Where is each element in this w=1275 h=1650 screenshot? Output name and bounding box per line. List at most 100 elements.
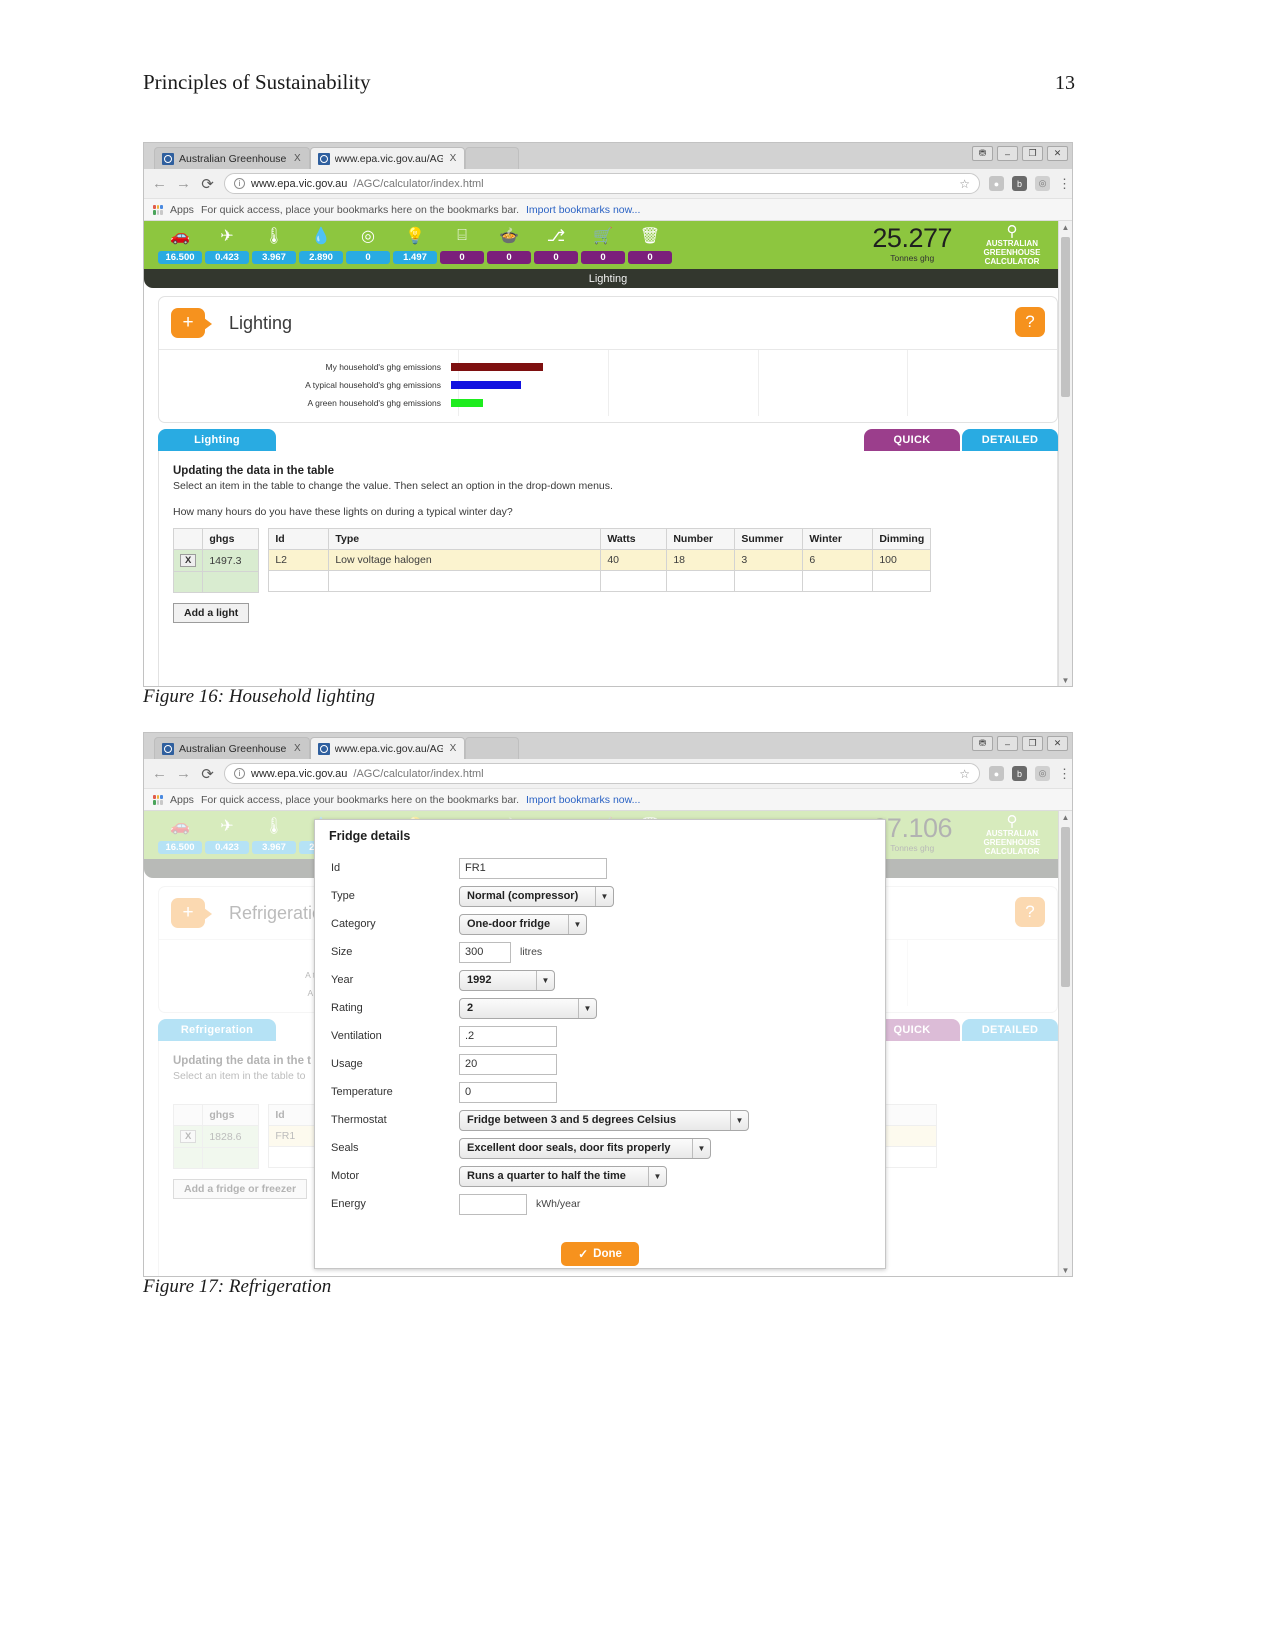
close-icon[interactable]: X xyxy=(294,153,301,164)
address-bar[interactable]: i www.epa.vic.gov.au/AGC/calculator/inde… xyxy=(224,173,980,194)
apps-label[interactable]: Apps xyxy=(170,794,194,806)
delete-row-cell[interactable]: X xyxy=(172,1125,204,1148)
scroll-down-arrow-icon[interactable]: ▼ xyxy=(1059,1264,1072,1276)
reload-icon[interactable]: ⟳ xyxy=(200,765,215,783)
emission-category-3[interactable]: 🌡 3.967 xyxy=(252,221,296,264)
emission-category-7[interactable]: ⌸0 xyxy=(440,221,484,264)
emission-category-3[interactable]: 🌡 3.967 xyxy=(252,811,296,854)
extension-3-icon[interactable]: ◎ xyxy=(1035,766,1050,781)
select-type[interactable]: Normal (compressor) ▼ xyxy=(459,885,614,907)
input-size[interactable]: 300 xyxy=(459,941,511,963)
emission-category-4[interactable]: 💧 2.890 xyxy=(299,221,343,264)
input-ventilation[interactable]: .2 xyxy=(459,1025,557,1047)
minimize-button[interactable]: – xyxy=(997,736,1018,751)
vertical-scrollbar[interactable]: ▲ ▼ xyxy=(1058,811,1072,1276)
emission-category-2[interactable]: ✈ 0.423 xyxy=(205,221,249,264)
browser-tab-1[interactable]: Australian Greenhouse C X xyxy=(154,737,310,759)
apps-grid-icon[interactable] xyxy=(153,794,163,805)
restore-button[interactable]: ❐ xyxy=(1022,146,1043,161)
add-a-light-button[interactable]: Add a light xyxy=(173,603,250,623)
apps-label[interactable]: Apps xyxy=(170,204,194,216)
select-thermostat[interactable]: Fridge between 3 and 5 degrees Celsius ▼ xyxy=(459,1109,749,1131)
apps-grid-icon[interactable] xyxy=(153,204,163,215)
chevron-down-icon[interactable]: ▼ xyxy=(595,886,613,906)
select-rating[interactable]: 2 ▼ xyxy=(459,997,597,1019)
close-icon[interactable]: X xyxy=(450,743,457,754)
emission-category-2[interactable]: ✈ 0.423 xyxy=(205,811,249,854)
help-button[interactable]: ? xyxy=(1015,307,1045,337)
close-window-button[interactable]: ✕ xyxy=(1047,736,1068,751)
minimize-button[interactable]: – xyxy=(997,146,1018,161)
new-tab-button[interactable] xyxy=(465,147,520,169)
browser-tab-2[interactable]: www.epa.vic.gov.au/AGC X xyxy=(309,147,466,169)
back-icon[interactable]: ← xyxy=(152,765,167,782)
emission-category-11[interactable]: 🗑0 xyxy=(628,221,672,264)
done-button[interactable]: ✓ Done xyxy=(561,1242,639,1266)
restore-button[interactable]: ❐ xyxy=(1022,736,1043,751)
tab-detailed[interactable]: DETAILED xyxy=(962,1019,1058,1041)
scroll-down-arrow-icon[interactable]: ▼ xyxy=(1059,674,1072,686)
select-motor[interactable]: Runs a quarter to half the time ▼ xyxy=(459,1165,667,1187)
import-bookmarks-link[interactable]: Import bookmarks now... xyxy=(526,794,640,806)
chrome-menu-icon[interactable]: ⋮ xyxy=(1058,177,1071,190)
profile-icon[interactable]: ⛃ xyxy=(972,146,993,161)
emission-category-1[interactable]: 🚗 16.500 xyxy=(158,811,202,854)
new-tab-button[interactable] xyxy=(465,737,520,759)
tab-lighting[interactable]: Lighting xyxy=(158,429,276,451)
chevron-down-icon[interactable]: ▼ xyxy=(536,970,554,990)
extension-3-icon[interactable]: ◎ xyxy=(1035,176,1050,191)
forward-icon[interactable]: → xyxy=(176,175,191,192)
import-bookmarks-link[interactable]: Import bookmarks now... xyxy=(526,204,640,216)
ghg-value-cell[interactable]: 1828.6 xyxy=(202,1125,260,1148)
scrollbar-thumb[interactable] xyxy=(1061,237,1070,397)
ghg-value-cell[interactable]: 1497.3 xyxy=(202,549,260,572)
select-year[interactable]: 1992 ▼ xyxy=(459,969,555,991)
browser-tab-2[interactable]: www.epa.vic.gov.au/AGC X xyxy=(309,737,466,759)
table-row[interactable]: X 1828.6 xyxy=(172,1125,260,1148)
help-button[interactable]: ? xyxy=(1015,897,1045,927)
delete-row-cell[interactable]: X xyxy=(172,549,204,572)
expand-plus-button[interactable]: + xyxy=(171,898,212,928)
chevron-down-icon[interactable]: ▼ xyxy=(568,914,586,934)
table-row[interactable]: L2 Low voltage halogen 40 18 3 6 100 xyxy=(268,549,932,571)
chevron-down-icon[interactable]: ▼ xyxy=(648,1166,666,1186)
cell-winter[interactable]: 6 xyxy=(802,549,874,571)
select-seals[interactable]: Excellent door seals, door fits properly… xyxy=(459,1137,711,1159)
expand-plus-button[interactable]: + xyxy=(171,308,212,338)
browser-tab-1[interactable]: Australian Greenhouse C X xyxy=(154,147,310,169)
scroll-up-arrow-icon[interactable]: ▲ xyxy=(1059,221,1072,234)
cell-number[interactable]: 18 xyxy=(666,549,736,571)
chrome-menu-icon[interactable]: ⋮ xyxy=(1058,767,1071,780)
emission-category-9[interactable]: ⎇0 xyxy=(534,221,578,264)
emission-category-8[interactable]: 🍲0 xyxy=(487,221,531,264)
chevron-down-icon[interactable]: ▼ xyxy=(730,1110,748,1130)
select-category[interactable]: One-door fridge ▼ xyxy=(459,913,587,935)
back-icon[interactable]: ← xyxy=(152,175,167,192)
emission-category-6[interactable]: 💡 1.497 xyxy=(393,221,437,264)
emission-category-10[interactable]: 🛒0 xyxy=(581,221,625,264)
delete-row-button[interactable]: X xyxy=(180,554,197,567)
cell-type[interactable]: Low voltage halogen xyxy=(328,549,602,571)
tab-quick[interactable]: QUICK xyxy=(864,429,960,451)
bookmark-star-icon[interactable]: ☆ xyxy=(959,177,970,191)
input-temperature[interactable]: 0 xyxy=(459,1081,557,1103)
cell-summer[interactable]: 3 xyxy=(734,549,804,571)
cell-id[interactable]: L2 xyxy=(268,549,330,571)
table-row[interactable]: X 1497.3 xyxy=(172,549,260,572)
bookmark-star-icon[interactable]: ☆ xyxy=(959,767,970,781)
input-energy[interactable] xyxy=(459,1193,527,1215)
profile-icon[interactable]: ⛃ xyxy=(972,736,993,751)
emission-category-5[interactable]: ◎0 xyxy=(346,221,390,264)
chevron-down-icon[interactable]: ▼ xyxy=(692,1138,710,1158)
close-window-button[interactable]: ✕ xyxy=(1047,146,1068,161)
extension-1-icon[interactable]: ● xyxy=(989,766,1004,781)
forward-icon[interactable]: → xyxy=(176,765,191,782)
extension-2-icon[interactable]: b xyxy=(1012,176,1027,191)
scrollbar-thumb[interactable] xyxy=(1061,827,1070,987)
extension-1-icon[interactable]: ● xyxy=(989,176,1004,191)
site-info-icon[interactable]: i xyxy=(234,768,245,779)
close-icon[interactable]: X xyxy=(450,153,457,164)
chevron-down-icon[interactable]: ▼ xyxy=(578,998,596,1018)
extension-2-icon[interactable]: b xyxy=(1012,766,1027,781)
input-id[interactable]: FR1 xyxy=(459,857,607,879)
